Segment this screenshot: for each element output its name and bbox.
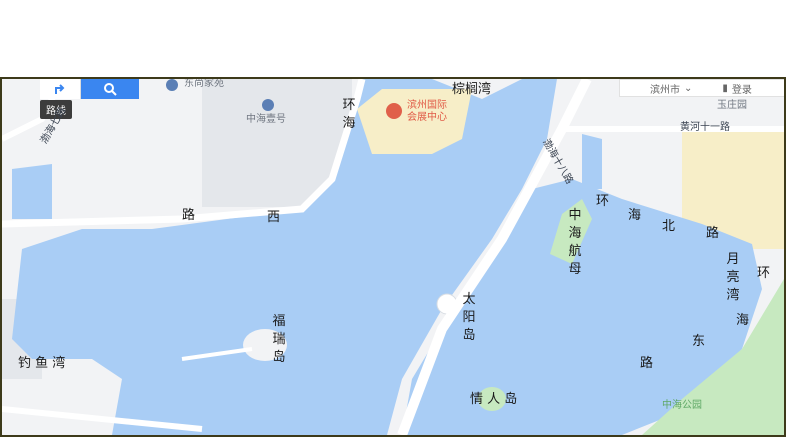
huanhai-north-3: 北 — [662, 219, 676, 234]
dongshang-label: 东尚家苑 — [184, 78, 224, 89]
taiyang-island-label: 太 阳 岛 — [462, 292, 476, 343]
huanhai-west-vertical: 环海 — [342, 98, 356, 131]
zhonghai-yihao-label: 中海壹号 — [246, 114, 286, 125]
huanhai-west-lu: 路 — [182, 208, 196, 223]
huanhai-north-1: 环 — [596, 194, 610, 209]
huanhai-east-4: 路 — [640, 356, 654, 371]
diaoyu-wan-label: 钓 鱼 湾 — [18, 356, 66, 371]
exhibition-label: 滨州国际 会展中心 — [407, 100, 447, 123]
map-canvas[interactable] — [2, 79, 784, 435]
huanhai-east-2: 海 — [736, 313, 750, 328]
zhonghai-park-label: 中海公园 — [662, 400, 702, 411]
huanhai-west-xi: 西 — [267, 210, 281, 225]
chevron-down-icon: ⌄ — [684, 82, 693, 94]
yueliang-wan-label: 月 亮 湾 — [726, 252, 740, 303]
ne-channel — [582, 134, 602, 189]
qingren-island-label: 情 人 岛 — [470, 392, 518, 407]
huanhai-north-2: 海 — [628, 208, 642, 223]
dongshang-marker[interactable] — [166, 79, 178, 91]
zhonghai-hangmu-label: 中 海 航 母 — [568, 208, 582, 277]
huanhai-north-4: 路 — [706, 226, 720, 241]
yuzhuang-label: 玉庄园 — [717, 100, 747, 111]
login-link[interactable]: 登录 — [732, 81, 752, 96]
search-icon — [104, 83, 117, 96]
zhonghai-yihao-marker[interactable] — [262, 99, 274, 111]
route-icon — [55, 84, 65, 94]
search-button[interactable] — [81, 79, 139, 99]
city-label: 滨州市 — [650, 84, 680, 96]
zonglv-wan-label: 棕榈湾 — [452, 82, 492, 97]
left-pond — [12, 164, 52, 219]
furui-island-label: 福 瑞 岛 — [272, 314, 286, 365]
exhibition-pin-icon[interactable] — [386, 103, 402, 119]
user-icon: ▮ — [722, 82, 728, 94]
map-viewport[interactable]: 路线 滨州市 ⌄ ▮ 登录 东尚家苑 中海壹号 滨州国际 会展中心 玉庄园 中海… — [0, 77, 786, 437]
route-button[interactable] — [40, 79, 81, 99]
city-selector[interactable]: 滨州市 ⌄ ▮ 登录 — [619, 79, 784, 97]
huanhai-east-1: 环 — [757, 266, 771, 281]
huanghe-11-label: 黄河十一路 — [680, 122, 730, 133]
huanhai-east-3: 东 — [692, 334, 706, 349]
